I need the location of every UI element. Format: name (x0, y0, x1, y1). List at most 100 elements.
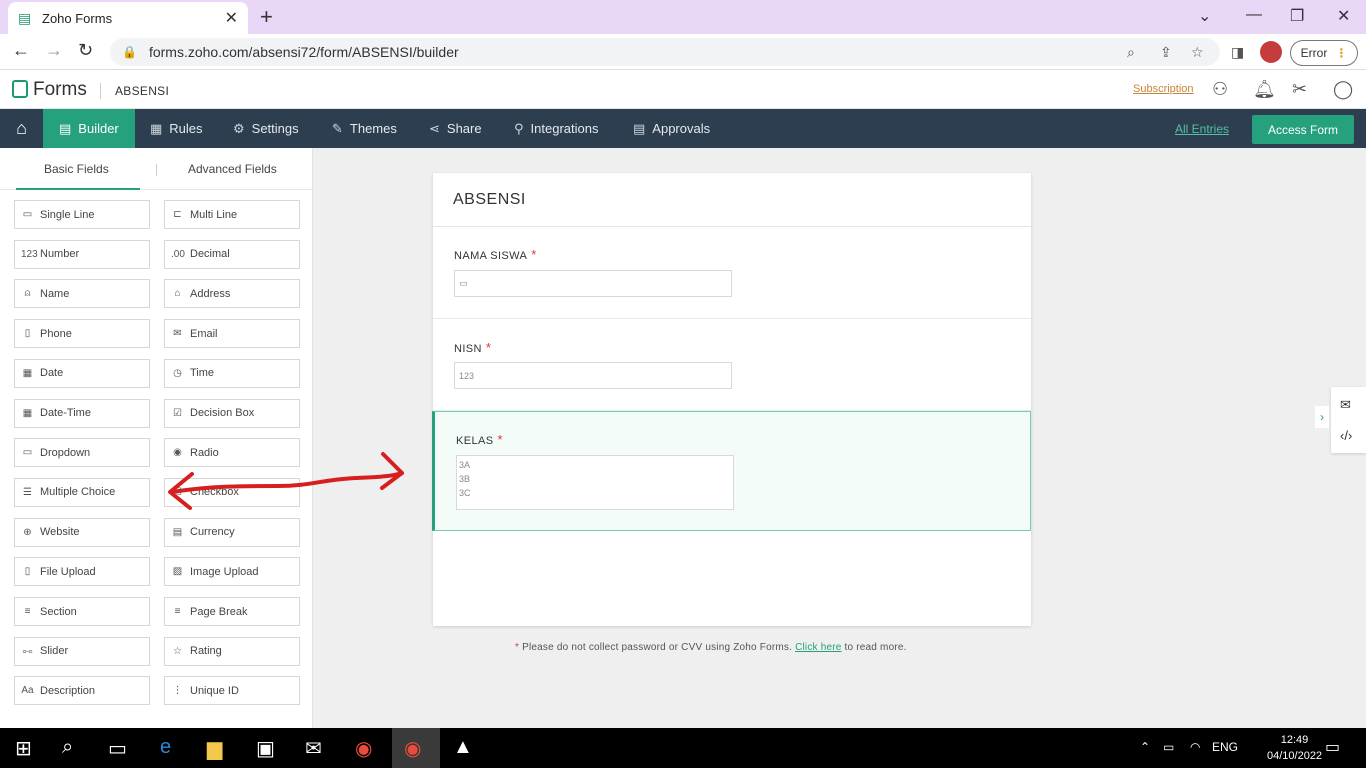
field-button-decision-box[interactable]: ☑ Decision Box (164, 398, 300, 428)
store-icon[interactable]: ▣ (256, 736, 275, 761)
field-button-currency[interactable]: ▤ Currency (164, 517, 300, 547)
field-type-icon: ≡ (174, 606, 181, 617)
tools-icon[interactable]: ✂ (1292, 79, 1307, 100)
app-logo-text[interactable]: Forms (33, 79, 87, 101)
window-close-icon[interactable]: ✕ (1337, 6, 1350, 26)
field-button-description[interactable]: Aa Description (14, 676, 150, 706)
field-button-section[interactable]: ≡ Section (14, 597, 150, 626)
error-button[interactable]: Error ⋮ (1290, 40, 1358, 66)
nav-themes[interactable]: ✎ Themes (332, 109, 397, 148)
nav-settings[interactable]: ⚙ Settings (233, 109, 299, 148)
field-button-name[interactable]: ⍝ Name (14, 279, 150, 309)
subscription-link[interactable]: Subscription (1133, 83, 1194, 95)
field-button-unique-id[interactable]: ⋮ Unique ID (164, 676, 300, 706)
new-tab-icon[interactable]: + (260, 4, 273, 30)
share-icon[interactable]: ⇪ (1160, 44, 1172, 61)
click-here-link[interactable]: Click here (795, 642, 841, 653)
field-button-label: Email (190, 327, 218, 340)
field-button-date-time[interactable]: ▦ Date-Time (14, 398, 150, 428)
field-kelas[interactable]: KELAS * 3A 3B 3C (432, 411, 1031, 531)
tray-overflow-icon[interactable]: ⌃ (1140, 740, 1150, 754)
field-button-number[interactable]: 123 Number (14, 239, 150, 269)
notice-star: * (515, 642, 520, 653)
single-line-icon: ▭ (459, 278, 468, 288)
nav-share-label: Share (446, 121, 482, 136)
user-avatar-icon[interactable]: ◯ (1333, 79, 1353, 100)
nav-builder[interactable]: ▤ Builder (43, 109, 135, 148)
main-navbar: ⌂ ▤ Builder ▦ Rules ⚙ Settings ✎ Themes … (0, 109, 1366, 148)
system-clock[interactable]: 12:49 04/10/2022 (1267, 732, 1322, 764)
field-button-page-break[interactable]: ≡ Page Break (164, 597, 300, 626)
file-explorer-icon[interactable]: ▆ (207, 736, 222, 761)
form-properties-icon[interactable]: ✉ (1340, 397, 1351, 413)
field-nama-siswa[interactable]: NAMA SISWA * ▭ (433, 227, 1031, 319)
bookmark-star-icon[interactable]: ☆ (1191, 44, 1204, 61)
field-button-slider[interactable]: ⧟ Slider (14, 636, 150, 666)
photos-icon[interactable]: ▲ (453, 736, 473, 759)
tab-advanced-fields[interactable]: Advanced Fields (188, 162, 277, 176)
close-tab-icon[interactable]: ✕ (225, 8, 238, 28)
field-button-multiple-choice[interactable]: ☰ Multiple Choice (14, 477, 150, 507)
zoom-icon[interactable]: ⌕ (1127, 44, 1135, 61)
field-button-single-line[interactable]: ▭ Single Line (14, 200, 150, 229)
chrome-profile-icon[interactable]: ◉ (355, 736, 372, 761)
nav-integrations[interactable]: ⚲ Integrations (514, 109, 598, 148)
builder-icon: ▤ (59, 120, 72, 136)
search-icon[interactable]: ⌕ (62, 736, 73, 759)
profile-avatar[interactable] (1260, 41, 1282, 63)
chrome-icon[interactable]: ◉ (404, 736, 421, 761)
tab-basic-fields[interactable]: Basic Fields (44, 162, 109, 176)
battery-icon[interactable]: ▭ (1163, 740, 1174, 754)
restore-icon[interactable]: ❐ (1290, 6, 1304, 26)
field-nisn[interactable]: NISN * 123 (433, 319, 1031, 411)
field-button-image-upload[interactable]: ▨ Image Upload (164, 557, 300, 587)
minimize-icon[interactable]: — (1246, 6, 1262, 24)
wifi-icon[interactable]: ◠ (1190, 740, 1200, 754)
field-button-label: Single Line (40, 208, 95, 221)
field-button-dropdown[interactable]: ▭ Dropdown (14, 438, 150, 468)
field-button-date[interactable]: ▦ Date (14, 358, 150, 388)
field-type-icon: ▦ (22, 407, 33, 419)
field-button-file-upload[interactable]: ▯ File Upload (14, 557, 150, 587)
form-title[interactable]: ABSENSI (453, 191, 526, 209)
field-button-rating[interactable]: ☆ Rating (164, 636, 300, 666)
required-marker: * (485, 340, 492, 355)
field-button-label: Description (40, 684, 96, 697)
field-button-phone[interactable]: ▯ Phone (14, 319, 150, 349)
mail-icon[interactable]: ✉ (305, 736, 322, 761)
access-form-button[interactable]: Access Form (1252, 115, 1354, 144)
expand-panel-chevron-icon[interactable]: › (1315, 406, 1329, 428)
number-input-preview: 123 (454, 362, 732, 389)
forward-icon[interactable]: → (45, 40, 63, 61)
form-name: ABSENSI (115, 84, 170, 98)
task-view-icon[interactable]: ▭ (108, 736, 127, 761)
field-button-time[interactable]: ◷ Time (164, 358, 300, 388)
tab-search-icon[interactable]: ⌄ (1198, 6, 1211, 26)
back-icon[interactable]: ← (12, 40, 30, 61)
side-panel-icon[interactable]: ◨ (1231, 44, 1244, 61)
bell-icon[interactable]: 🔔︎ (1253, 79, 1276, 100)
number-icon: 123 (459, 370, 475, 381)
field-button-website[interactable]: ⊕ Website (14, 517, 150, 547)
nav-themes-label: Themes (349, 121, 397, 136)
users-icon[interactable]: ⚇ (1212, 79, 1228, 100)
field-button-decimal[interactable]: .00 Decimal (164, 239, 300, 269)
home-icon[interactable]: ⌂ (0, 109, 43, 148)
notification-icon[interactable]: ▭ (1325, 737, 1340, 757)
reload-icon[interactable]: ↻ (78, 40, 93, 61)
field-button-email[interactable]: ✉ Email (164, 319, 300, 349)
edge-icon[interactable]: e (160, 736, 171, 759)
active-tab-indicator (16, 188, 140, 190)
nav-share[interactable]: ⋖ Share (429, 109, 482, 148)
address-bar[interactable]: 🔒 forms.zoho.com/absensi72/form/ABSENSI/… (110, 38, 1220, 66)
nav-rules[interactable]: ▦ Rules (150, 109, 203, 148)
browser-tab[interactable]: ▤ Zoho Forms ✕ (8, 2, 248, 34)
field-button-address[interactable]: ⌂ Address (164, 279, 300, 309)
share-nodes-icon: ⋖ (429, 120, 440, 136)
windows-start-icon[interactable]: ⊞ (15, 736, 32, 761)
nav-approvals[interactable]: ▤ Approvals (633, 109, 710, 148)
language-indicator[interactable]: ENG (1212, 740, 1238, 754)
field-button-multi-line[interactable]: ⊏ Multi Line (164, 200, 300, 229)
embed-code-icon[interactable]: ‹/› (1340, 428, 1352, 443)
all-entries-link[interactable]: All Entries (1175, 122, 1229, 136)
